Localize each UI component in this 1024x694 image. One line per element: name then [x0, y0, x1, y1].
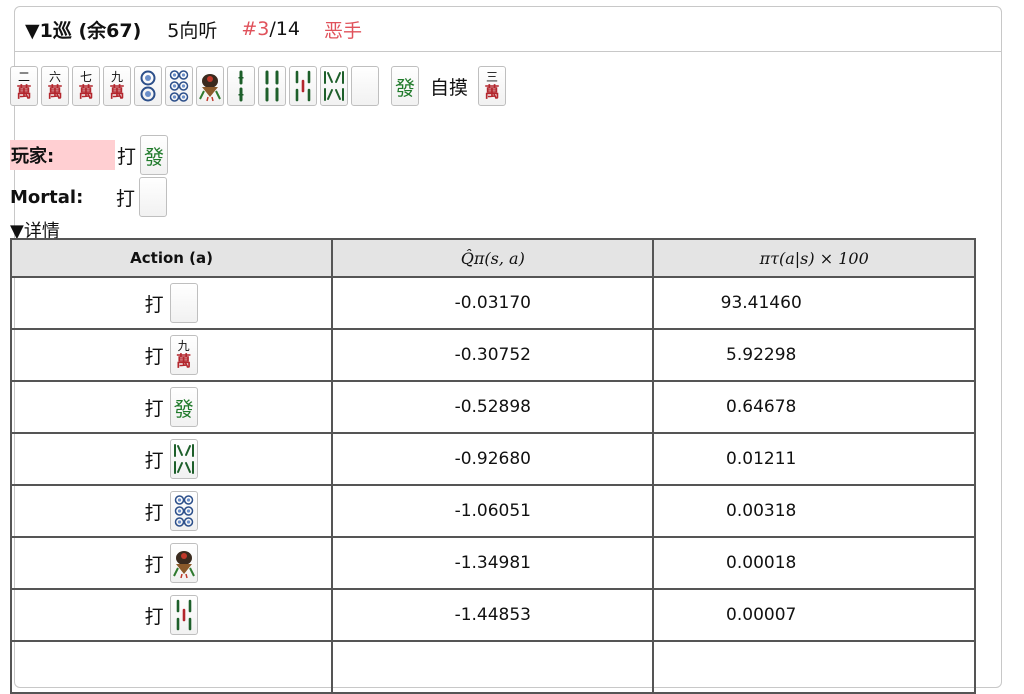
table-row: 打九萬 -0.30752 5.92298 [9, 328, 976, 382]
1-sou-bird-tile [169, 543, 198, 583]
mortal-label: Mortal: [10, 186, 84, 208]
8-sou-tile [169, 439, 198, 479]
table-header-row: Action (a) Q̂π(s, a) πτ(a|s) × 100 [9, 238, 976, 278]
green-dragon-tile: 發 [169, 387, 198, 427]
white-dragon-tile [139, 177, 168, 217]
white-dragon-tile [169, 283, 198, 323]
shanten-count: 5向听 [167, 19, 218, 42]
hand-tiles: 二萬 六萬 七萬 九萬 發 自摸 三 萬 [10, 66, 509, 106]
8-sou-tile [320, 66, 348, 106]
6-pin-tile [165, 66, 193, 106]
player-choice: 玩家: 打 發 [10, 134, 171, 176]
4-sou-tile [258, 66, 286, 106]
turn-title[interactable]: ▼1巡 (余67) [25, 16, 141, 43]
6-man-tile: 六萬 [41, 66, 69, 106]
5-sou-tile [289, 66, 317, 106]
tsumo-label: 自摸 [430, 76, 469, 99]
player-label: 玩家: [10, 140, 115, 170]
turn-header[interactable]: ▼1巡 (余67) 5向听 #3/14 恶手 [15, 7, 1001, 52]
table-row [9, 640, 976, 694]
2-man-tile: 二萬 [10, 66, 38, 106]
5-sou-tile [169, 595, 198, 635]
column-header-q: Q̂π(s, a) [331, 238, 655, 278]
discard-label: 打 [116, 187, 136, 210]
action-detail-table: Action (a) Q̂π(s, a) πτ(a|s) × 100 打 -0.… [9, 238, 976, 694]
collapse-arrow-icon[interactable]: ▼ [25, 20, 40, 42]
white-dragon-tile [351, 66, 379, 106]
column-header-action: Action (a) [9, 238, 334, 278]
table-row: 打 -1.44853 0.00007 [9, 588, 976, 642]
green-dragon-tile: 發 [140, 135, 169, 175]
7-man-tile: 七萬 [72, 66, 100, 106]
table-row: 打 -1.34981 0.00018 [9, 536, 976, 590]
mortal-choice: Mortal: 打 [10, 176, 170, 218]
column-header-policy: πτ(a|s) × 100 [652, 238, 976, 278]
table-row: 打 -0.92680 0.01211 [9, 432, 976, 486]
table-row: 打 -0.03170 93.41460 [9, 276, 976, 330]
table-row: 打 -1.06051 0.00318 [9, 484, 976, 538]
verdict-badge: 恶手 [323, 19, 362, 42]
discard-label: 打 [117, 145, 137, 168]
9-man-tile: 九萬 [103, 66, 131, 106]
6-pin-tile [169, 491, 198, 531]
9-man-tile: 九萬 [169, 335, 198, 375]
3-man-tile: 三萬 [478, 66, 507, 106]
2-pin-tile [134, 66, 162, 106]
2-sou-tile [227, 66, 255, 106]
1-sou-bird-tile [196, 66, 224, 106]
table-row: 打發 -0.52898 0.64678 [9, 380, 976, 434]
action-rank: #3/14 [241, 18, 300, 40]
green-dragon-tile: 發 [391, 66, 419, 106]
